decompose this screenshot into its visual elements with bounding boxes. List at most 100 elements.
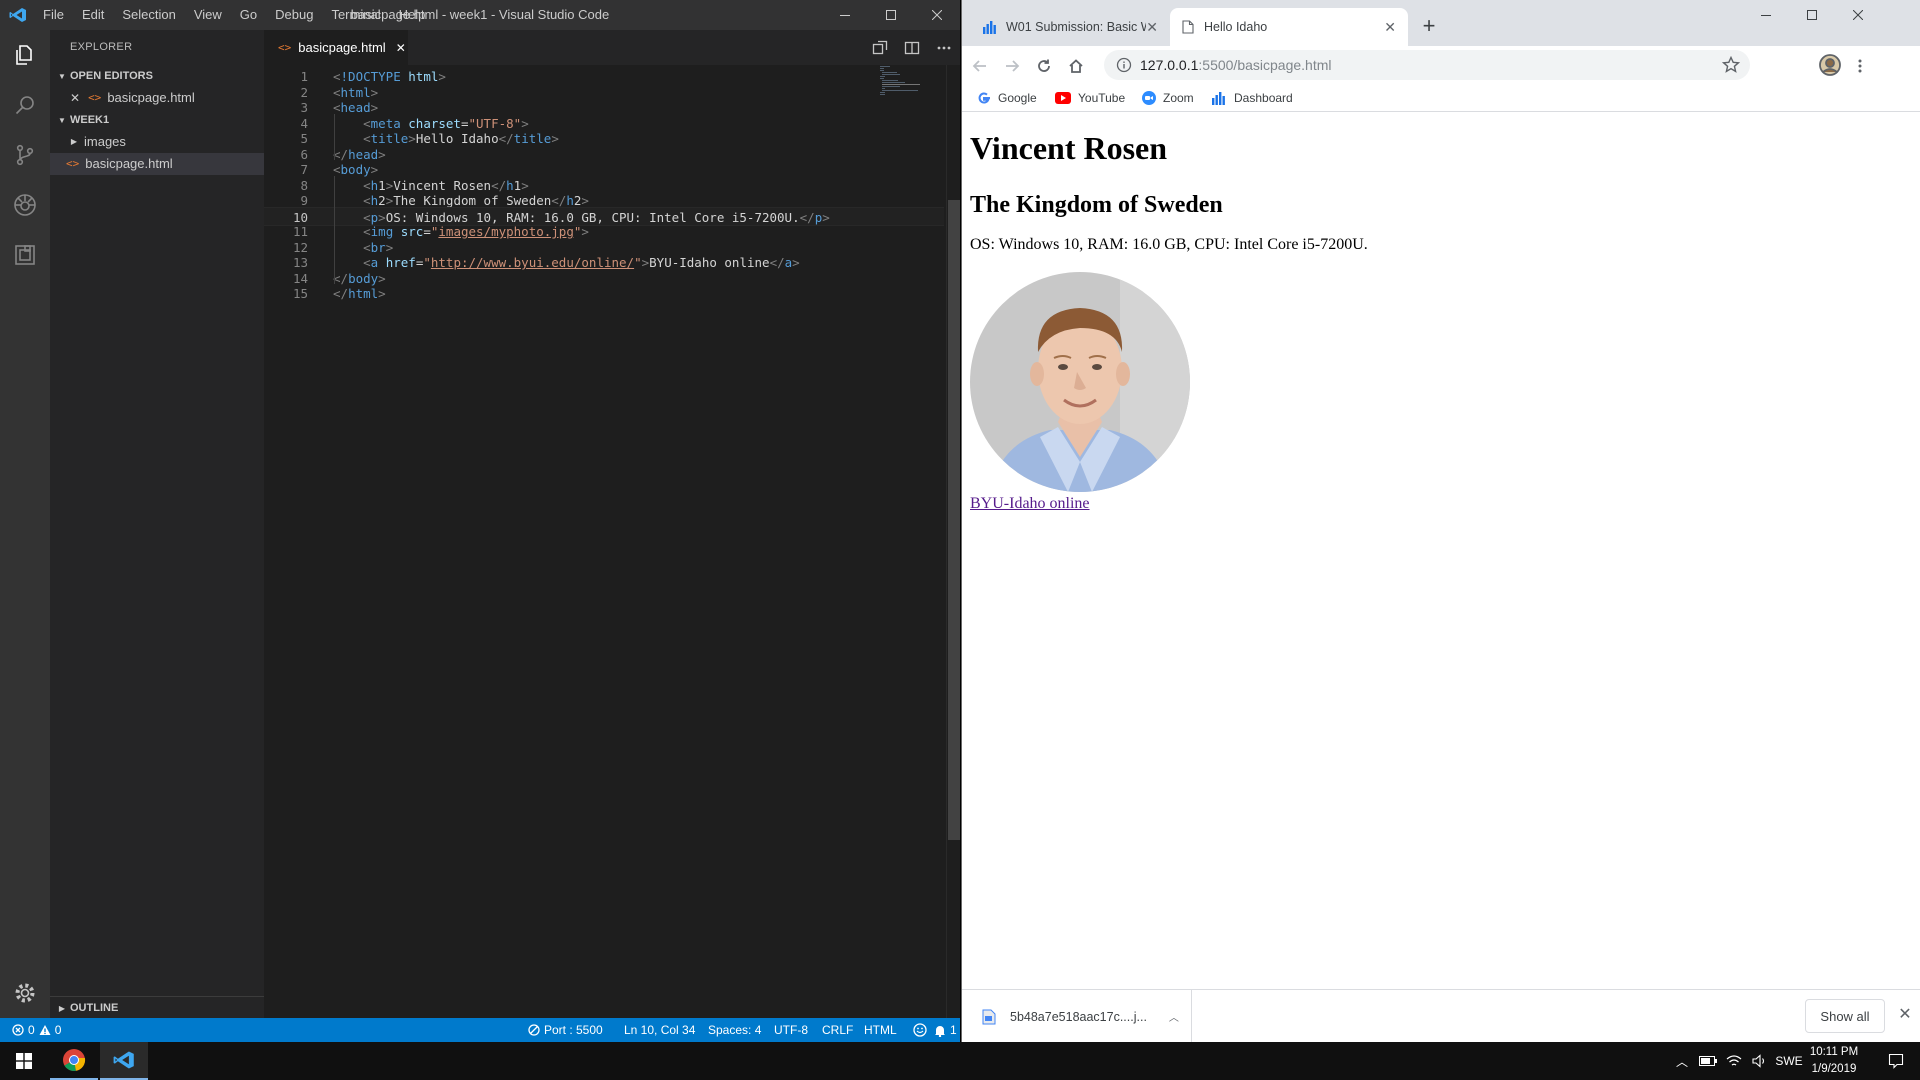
bookmark-dashboard[interactable]: Dashboard [1211, 84, 1293, 112]
close-icon[interactable]: ✕ [1146, 19, 1158, 36]
activity-search[interactable] [0, 80, 50, 130]
indentation[interactable]: Spaces: 4 [708, 1018, 761, 1042]
volume-tray[interactable] [1748, 1042, 1772, 1080]
activity-bar [0, 30, 50, 1018]
folder-section[interactable]: ▼ WEEK1 [50, 109, 264, 131]
menu-debug[interactable]: Debug [266, 0, 322, 30]
notification-count: 1 [950, 1023, 957, 1037]
start-button[interactable] [0, 1042, 48, 1080]
minimize-button[interactable] [1743, 0, 1789, 30]
code-line[interactable]: 15 </html> [264, 284, 944, 303]
url-text[interactable]: 127.0.0.1:5500/basicpage.html [1140, 50, 1331, 80]
activity-extensions[interactable] [0, 230, 50, 280]
outline-section[interactable]: ▶ OUTLINE [50, 996, 264, 1018]
close-icon[interactable]: ✕ [396, 41, 406, 55]
star-icon[interactable] [1722, 56, 1740, 74]
minimize-button[interactable] [822, 0, 868, 30]
action-center-button[interactable] [1872, 1042, 1920, 1080]
byui-online-link[interactable]: BYU-Idaho online [970, 495, 1090, 513]
open-editors-section[interactable]: ▼ OPEN EDITORS [50, 65, 264, 87]
taskbar-clock[interactable]: 10:11 PM 1/9/2019 [1796, 1044, 1872, 1078]
tree-item-file[interactable]: <> basicpage.html [50, 153, 264, 175]
wifi-icon [1726, 1055, 1742, 1066]
split-editor-button[interactable] [896, 30, 928, 65]
explorer-sidebar: EXPLORER ▼ OPEN EDITORS ✕ <> basicpage.ht… [50, 30, 264, 1018]
reload-button[interactable] [1030, 52, 1058, 80]
editor-scrollbar-thumb[interactable] [948, 200, 960, 840]
open-editor-item[interactable]: ✕ <> basicpage.html [50, 87, 264, 109]
home-button[interactable] [1062, 52, 1090, 80]
chrome-menu-button[interactable] [1846, 52, 1874, 80]
close-icon[interactable]: ✕ [1384, 19, 1396, 36]
battery-tray[interactable] [1696, 1042, 1720, 1080]
editor-tabbar: <> basicpage.html ✕ [264, 30, 960, 65]
browser-tab-hello-idaho[interactable]: Hello Idaho ✕ [1170, 8, 1408, 46]
indent-guide [334, 113, 335, 160]
menu-go[interactable]: Go [231, 0, 266, 30]
menu-selection[interactable]: Selection [113, 0, 184, 30]
taskbar-vscode[interactable] [100, 1042, 148, 1080]
tree-item-folder[interactable]: ▶ images [50, 131, 264, 153]
browser-tab-label: Hello Idaho [1204, 20, 1268, 34]
taskbar-chrome[interactable] [50, 1042, 98, 1080]
activity-settings[interactable] [0, 968, 50, 1018]
bookmark-google[interactable]: Google [977, 84, 1037, 112]
live-server-port[interactable]: Port : 5500 [528, 1018, 603, 1042]
open-changes-button[interactable] [864, 30, 896, 65]
language-mode[interactable]: HTML [864, 1018, 897, 1042]
close-icon[interactable]: ✕ [70, 87, 80, 109]
feedback-button[interactable] [913, 1018, 927, 1042]
chrome-window: W01 Submission: Basic Web Page ✕ Hello I… [961, 0, 1920, 1043]
menu-edit[interactable]: Edit [73, 0, 113, 30]
browser-tab-submission[interactable]: W01 Submission: Basic Web Page ✕ [970, 8, 1170, 46]
forward-button[interactable] [998, 52, 1026, 80]
close-icon: ✕ [1898, 1006, 1912, 1023]
chevron-up-icon[interactable]: ︿ [1169, 1009, 1179, 1024]
show-hidden-icons[interactable]: ︿ [1670, 1042, 1694, 1080]
notifications-button[interactable]: 1 [934, 1018, 957, 1042]
minimap[interactable] [880, 65, 950, 125]
cursor-position[interactable]: Ln 10, Col 34 [624, 1018, 695, 1042]
outline-label: OUTLINE [70, 1002, 119, 1014]
activity-explorer[interactable] [0, 30, 50, 80]
menu-terminal[interactable]: Terminal [322, 0, 389, 30]
url-host: 127.0.0.1 [1140, 57, 1199, 73]
bookmark-zoom[interactable]: Zoom [1142, 84, 1194, 112]
close-download-shelf-button[interactable]: ✕ [1894, 1004, 1916, 1026]
page-paragraph: OS: Windows 10, RAM: 16.0 GB, CPU: Intel… [970, 236, 1368, 253]
code-editor[interactable]: 1 <!DOCTYPE html> 2 <html> 3 <head> 4 <meta ch… [264, 65, 960, 1018]
arrow-left-icon [972, 60, 986, 72]
menu-file[interactable]: File [34, 0, 73, 30]
network-tray[interactable] [1722, 1042, 1746, 1080]
youtube-icon [1055, 92, 1071, 104]
activity-debug[interactable] [0, 180, 50, 230]
bookmark-youtube[interactable]: YouTube [1055, 84, 1125, 112]
show-all-downloads-button[interactable]: Show all [1805, 999, 1885, 1033]
info-icon[interactable] [1116, 57, 1132, 73]
maximize-button[interactable] [868, 0, 914, 30]
line-endings[interactable]: CRLF [822, 1018, 853, 1042]
encoding[interactable]: UTF-8 [774, 1018, 808, 1042]
activity-source-control[interactable] [0, 130, 50, 180]
new-tab-button[interactable]: + [1416, 14, 1442, 40]
close-window-button[interactable] [1835, 0, 1881, 30]
profile-photo [970, 272, 1190, 492]
maximize-button[interactable] [1789, 0, 1835, 30]
problems-indicator[interactable]: 0 0 [12, 1018, 61, 1042]
address-bar[interactable]: 127.0.0.1:5500/basicpage.html [1104, 50, 1750, 80]
profile-button[interactable] [1816, 51, 1844, 79]
back-button[interactable] [966, 52, 994, 80]
close-window-button[interactable] [914, 0, 960, 30]
download-item[interactable]: 5b48a7e518aac17c....j... ︿ [962, 990, 1192, 1043]
editor-tab-basicpage[interactable]: <> basicpage.html ✕ [264, 30, 408, 65]
more-actions-button[interactable] [928, 30, 960, 65]
menu-view[interactable]: View [185, 0, 231, 30]
port-label: Port : 5500 [544, 1023, 603, 1037]
close-icon [1853, 10, 1863, 20]
error-icon [12, 1024, 24, 1036]
debug-icon [14, 194, 36, 216]
bookmark-label: YouTube [1078, 91, 1126, 105]
bookmarks-bar: Google YouTube Zoom Dashboard [962, 84, 1920, 112]
google-icon [978, 92, 990, 104]
menu-help[interactable]: Help [390, 0, 435, 30]
